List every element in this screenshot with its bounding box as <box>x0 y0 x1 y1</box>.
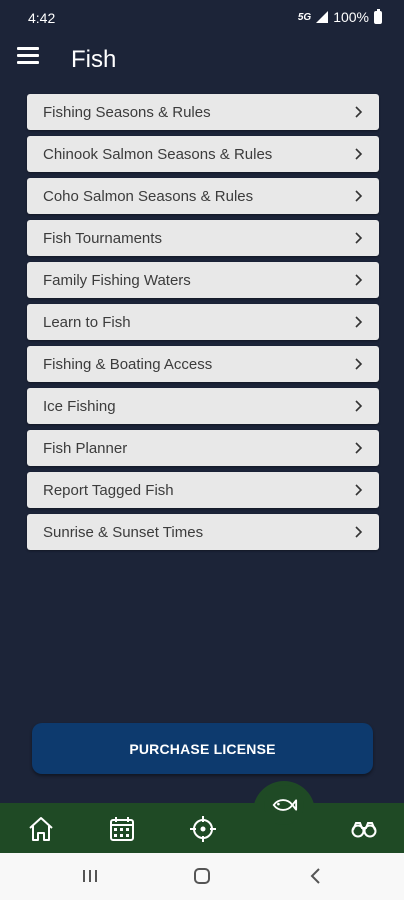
bottom-nav <box>0 803 404 853</box>
battery-percent: 100% <box>333 9 369 25</box>
hamburger-menu-icon[interactable] <box>17 47 39 65</box>
menu-item-sunrise-sunset-times[interactable]: Sunrise & Sunset Times <box>27 514 379 550</box>
menu-item-label: Learn to Fish <box>43 313 131 331</box>
chevron-right-icon <box>355 190 363 202</box>
menu-item-fish-tournaments[interactable]: Fish Tournaments <box>27 220 379 256</box>
chevron-right-icon <box>355 400 363 412</box>
menu-item-fishing-boating-access[interactable]: Fishing & Boating Access <box>27 346 379 382</box>
crosshair-icon[interactable] <box>188 814 218 844</box>
menu-item-label: Fish Planner <box>43 439 128 457</box>
menu-item-fish-planner[interactable]: Fish Planner <box>27 430 379 466</box>
chevron-right-icon <box>355 484 363 496</box>
home-icon[interactable] <box>26 814 56 844</box>
menu-item-label: Fish Tournaments <box>43 229 162 247</box>
binoculars-icon[interactable] <box>349 814 379 844</box>
menu-item-learn-to-fish[interactable]: Learn to Fish <box>27 304 379 340</box>
status-bar: 4:42 5G 100% <box>0 0 404 36</box>
page-title: Fish <box>71 46 117 73</box>
chevron-right-icon <box>355 526 363 538</box>
menu-item-report-tagged-fish[interactable]: Report Tagged Fish <box>27 472 379 508</box>
menu-item-label: Fishing & Boating Access <box>43 355 213 373</box>
menu-item-label: Family Fishing Waters <box>43 271 191 289</box>
calendar-icon[interactable] <box>107 814 137 844</box>
menu-item-coho-salmon[interactable]: Coho Salmon Seasons & Rules <box>27 178 379 214</box>
home-button[interactable] <box>193 867 211 890</box>
menu-item-label: Ice Fishing <box>43 397 116 415</box>
chevron-right-icon <box>355 316 363 328</box>
chevron-right-icon <box>355 148 363 160</box>
status-time: 4:42 <box>28 10 56 26</box>
status-indicators: 5G 100% <box>297 8 382 25</box>
menu-item-ice-fishing[interactable]: Ice Fishing <box>27 388 379 424</box>
menu-item-label: Coho Salmon Seasons & Rules <box>43 187 254 205</box>
fish-menu-list: Fishing Seasons & Rules Chinook Salmon S… <box>27 94 379 556</box>
menu-item-label: Chinook Salmon Seasons & Rules <box>43 145 273 163</box>
chevron-right-icon <box>355 358 363 370</box>
menu-item-label: Fishing Seasons & Rules <box>43 103 211 121</box>
recent-apps-button[interactable] <box>81 867 99 890</box>
system-nav-bar <box>0 853 404 900</box>
fish-icon[interactable] <box>264 785 304 825</box>
menu-item-label: Report Tagged Fish <box>43 481 174 499</box>
app-header: Fish <box>0 36 404 86</box>
menu-item-family-fishing-waters[interactable]: Family Fishing Waters <box>27 262 379 298</box>
chevron-right-icon <box>355 232 363 244</box>
menu-item-label: Sunrise & Sunset Times <box>43 523 204 541</box>
menu-item-fishing-seasons-rules[interactable]: Fishing Seasons & Rules <box>27 94 379 130</box>
battery-icon <box>374 8 382 24</box>
chevron-right-icon <box>355 106 363 118</box>
chevron-right-icon <box>355 274 363 286</box>
chevron-right-icon <box>355 442 363 454</box>
signal-icon <box>316 11 329 23</box>
purchase-license-button[interactable]: PURCHASE LICENSE <box>32 723 373 774</box>
back-button[interactable] <box>307 867 325 890</box>
network-type: 5G <box>297 11 312 23</box>
menu-item-chinook-salmon[interactable]: Chinook Salmon Seasons & Rules <box>27 136 379 172</box>
